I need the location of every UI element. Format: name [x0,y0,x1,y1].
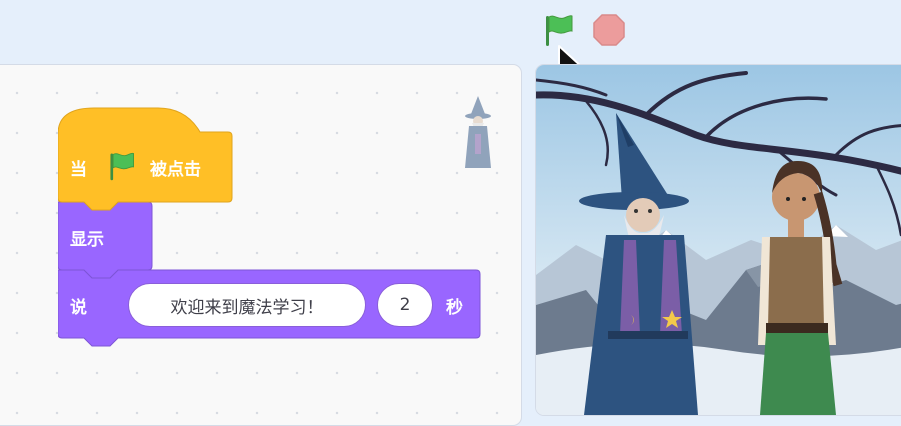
show-block-label: 显示 [70,230,104,250]
green-flag-icon[interactable] [541,12,577,48]
hat-block-prefix: 当 [70,160,87,180]
stop-sign-icon[interactable] [592,13,626,47]
green-flag-icon [110,152,134,181]
stage[interactable] [535,64,901,416]
hat-block-suffix: 被点击 [150,160,201,180]
script-stack: 当 被点击 显示 说 欢迎来到魔法学习！ 2 秒 [58,104,484,354]
say-block-label: 说 [70,298,87,318]
say-seconds-input[interactable]: 2 [377,283,433,327]
say-block-unit: 秒 [446,298,463,318]
say-message-input[interactable]: 欢迎来到魔法学习！ [128,283,366,327]
